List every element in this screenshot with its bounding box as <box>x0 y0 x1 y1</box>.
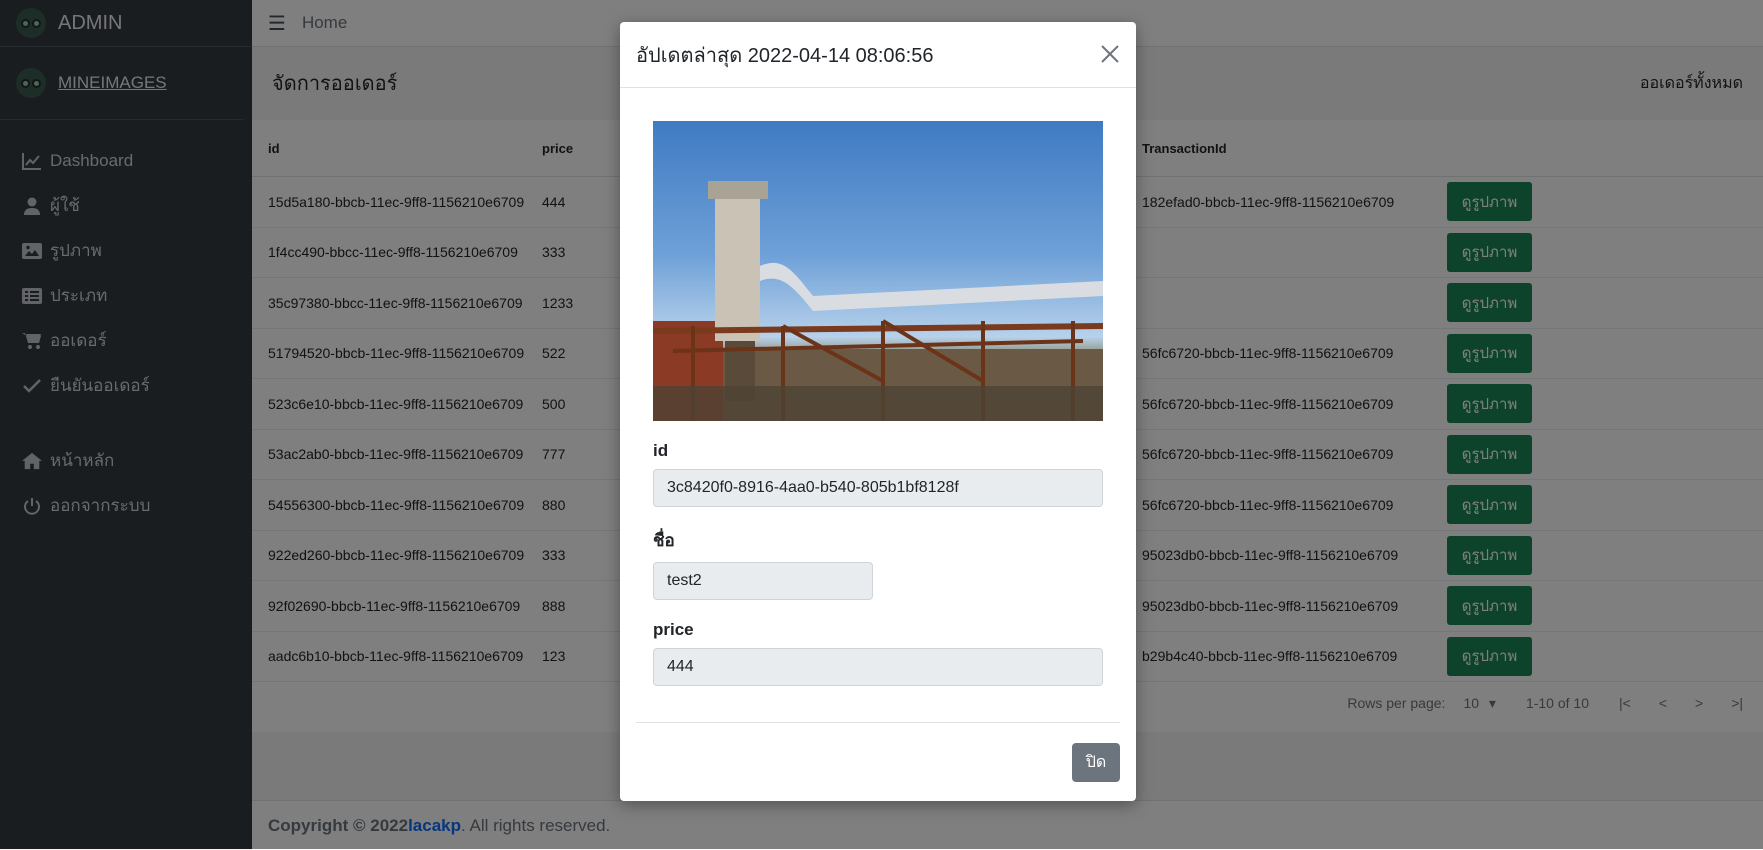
price-label: price <box>653 620 694 639</box>
id-value: 3c8420f0-8916-4aa0-b540-805b1bf8128f <box>667 479 959 496</box>
price-value: 444 <box>667 658 694 675</box>
name-value: test2 <box>667 572 702 589</box>
id-label: id <box>653 441 669 460</box>
price-field[interactable]: 444 <box>653 648 1103 686</box>
modal-footer: ปิด <box>636 722 1120 801</box>
modal-title: อัปเดตล่าสุด 2022-04-14 08:06:56 <box>636 44 934 67</box>
modal-body: id 3c8420f0-8916-4aa0-b540-805b1bf8128f … <box>620 88 1136 686</box>
order-image <box>653 121 1103 421</box>
close-button[interactable]: ปิด <box>1072 742 1120 782</box>
name-label: ชื่อ <box>653 531 675 550</box>
close-icon[interactable] <box>1100 41 1120 69</box>
id-field[interactable]: 3c8420f0-8916-4aa0-b540-805b1bf8128f <box>653 469 1103 507</box>
name-field[interactable]: test2 <box>653 562 873 600</box>
image-modal: อัปเดตล่าสุด 2022-04-14 08:06:56 id 3c84… <box>620 22 1136 801</box>
modal-header: อัปเดตล่าสุด 2022-04-14 08:06:56 <box>620 22 1136 88</box>
